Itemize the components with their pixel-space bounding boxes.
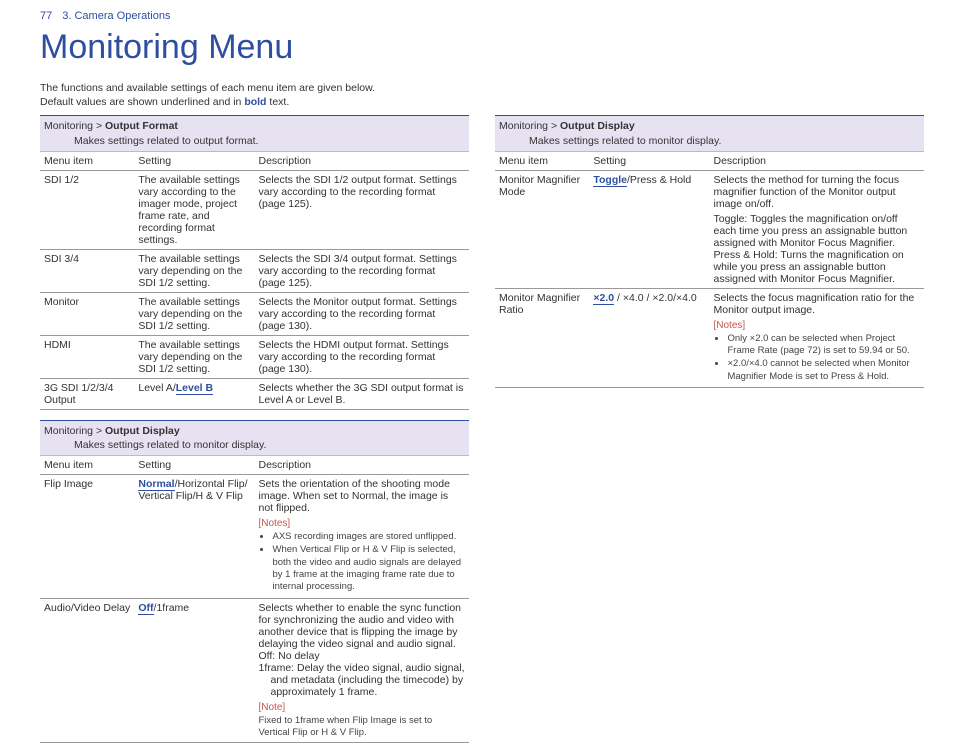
table-output-format: Menu item Setting Description SDI 1/2 Th… — [40, 152, 469, 410]
page-header: 77 3. Camera Operations — [40, 0, 924, 22]
section-header-output-display-left: Monitoring > Output Display Makes settin… — [40, 420, 469, 456]
page-title: Monitoring Menu — [40, 28, 924, 67]
default-value: Level B — [176, 382, 213, 395]
notes-label: [Notes] — [258, 518, 465, 529]
notes-list: AXS recording images are stored unflippe… — [258, 531, 465, 594]
default-value: Off — [138, 602, 153, 615]
table-row: Monitor Magnifier Ratio ×2.0 / ×4.0 / ×2… — [495, 288, 924, 387]
section-header-output-display-right: Monitoring > Output Display Makes settin… — [495, 115, 924, 151]
notes-list: Only ×2.0 can be selected when Project F… — [713, 333, 920, 383]
table-row: Flip Image Normal/Horizontal Flip/ Verti… — [40, 475, 469, 599]
table-output-display-right: Menu item Setting Description Monitor Ma… — [495, 152, 924, 388]
intro-text: The functions and available settings of … — [40, 81, 924, 109]
section-header-output-format: Monitoring > Output Format Makes setting… — [40, 115, 469, 151]
notes-label: [Notes] — [713, 320, 920, 331]
table-row: HDMI The available settings vary dependi… — [40, 335, 469, 378]
intro-line2: Default values are shown underlined and … — [40, 95, 924, 109]
left-column: Monitoring > Output Format Makes setting… — [40, 115, 469, 753]
table-header: Menu item Setting Description — [40, 456, 469, 475]
default-value: ×2.0 — [593, 292, 614, 305]
note-label: [Note] — [258, 702, 465, 713]
page-number: 77 — [40, 10, 52, 22]
table-row: Audio/Video Delay Off/1frame Selects whe… — [40, 598, 469, 743]
table-row: 3G SDI 1/2/3/4 Output Level A/Level B Se… — [40, 378, 469, 409]
table-row: Monitor The available settings vary depe… — [40, 292, 469, 335]
default-value: Toggle — [593, 174, 627, 187]
intro-line1: The functions and available settings of … — [40, 81, 924, 95]
right-column: Monitoring > Output Display Makes settin… — [495, 115, 924, 753]
note-text: Fixed to 1frame when Flip Image is set t… — [258, 715, 465, 740]
table-row: SDI 1/2 The available settings vary acco… — [40, 170, 469, 249]
table-output-display-left: Menu item Setting Description Flip Image… — [40, 456, 469, 743]
content-columns: Monitoring > Output Format Makes setting… — [40, 115, 924, 753]
table-header: Menu item Setting Description — [40, 152, 469, 171]
table-row: SDI 3/4 The available settings vary depe… — [40, 249, 469, 292]
chapter-title: 3. Camera Operations — [62, 10, 170, 22]
table-row: Monitor Magnifier Mode Toggle/Press & Ho… — [495, 170, 924, 288]
table-header: Menu item Setting Description — [495, 152, 924, 171]
